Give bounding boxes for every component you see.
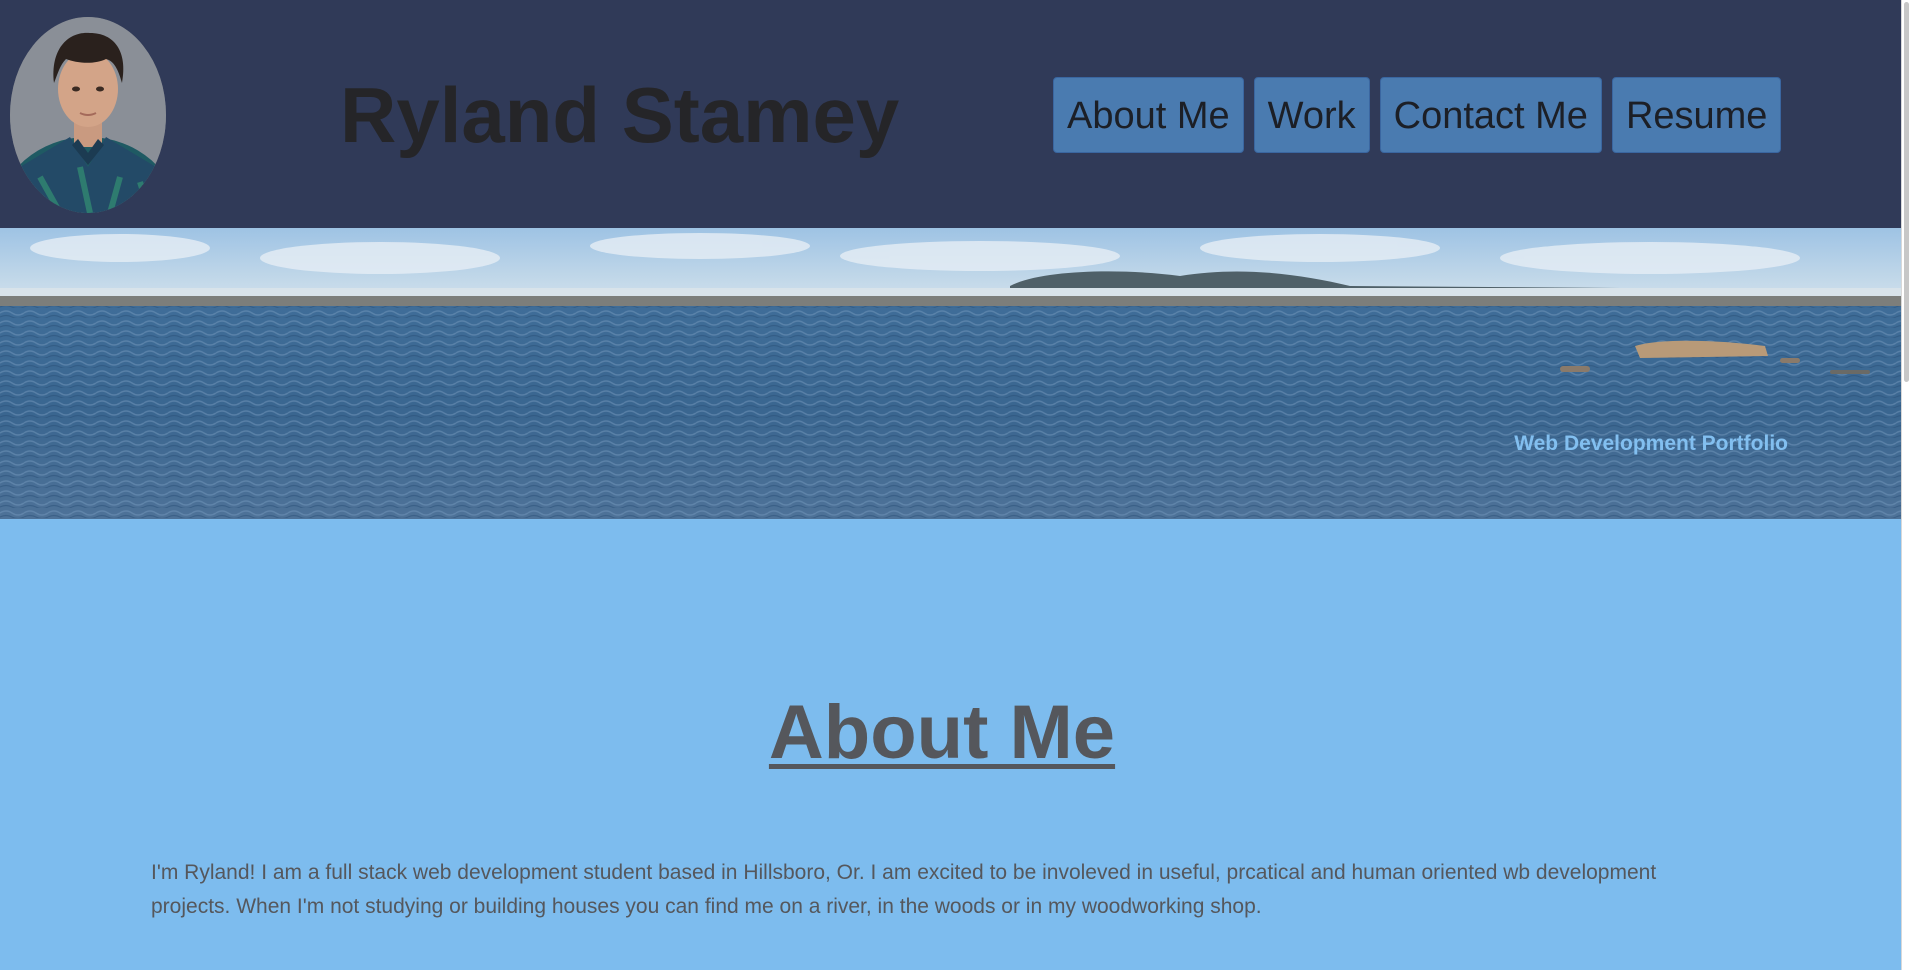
site-title: Ryland Stamey bbox=[340, 71, 900, 159]
site-header: Ryland Stamey About Me Work Contact Me R… bbox=[0, 0, 1902, 228]
hero-caption: Web Development Portfolio bbox=[1514, 432, 1788, 455]
scrollbar-thumb[interactable] bbox=[1904, 2, 1909, 382]
nav-contact-me-button[interactable]: Contact Me bbox=[1379, 77, 1602, 153]
nav-work-button[interactable]: Work bbox=[1253, 77, 1370, 153]
nav-resume-button[interactable]: Resume bbox=[1611, 77, 1782, 153]
page-scrollbar[interactable] bbox=[1901, 0, 1911, 970]
page: Ryland Stamey About Me Work Contact Me R… bbox=[0, 0, 1911, 970]
portrait-icon bbox=[10, 17, 166, 213]
main-nav: About Me Work Contact Me Resume bbox=[1053, 77, 1782, 153]
beach-photo-icon bbox=[0, 228, 1902, 519]
profile-avatar bbox=[10, 17, 166, 213]
nav-about-me-button[interactable]: About Me bbox=[1053, 77, 1244, 153]
about-text: I'm Ryland! I am a full stack web develo… bbox=[151, 861, 1657, 918]
hero-banner: Web Development Portfolio bbox=[0, 228, 1902, 519]
about-heading: About Me bbox=[768, 690, 1116, 775]
